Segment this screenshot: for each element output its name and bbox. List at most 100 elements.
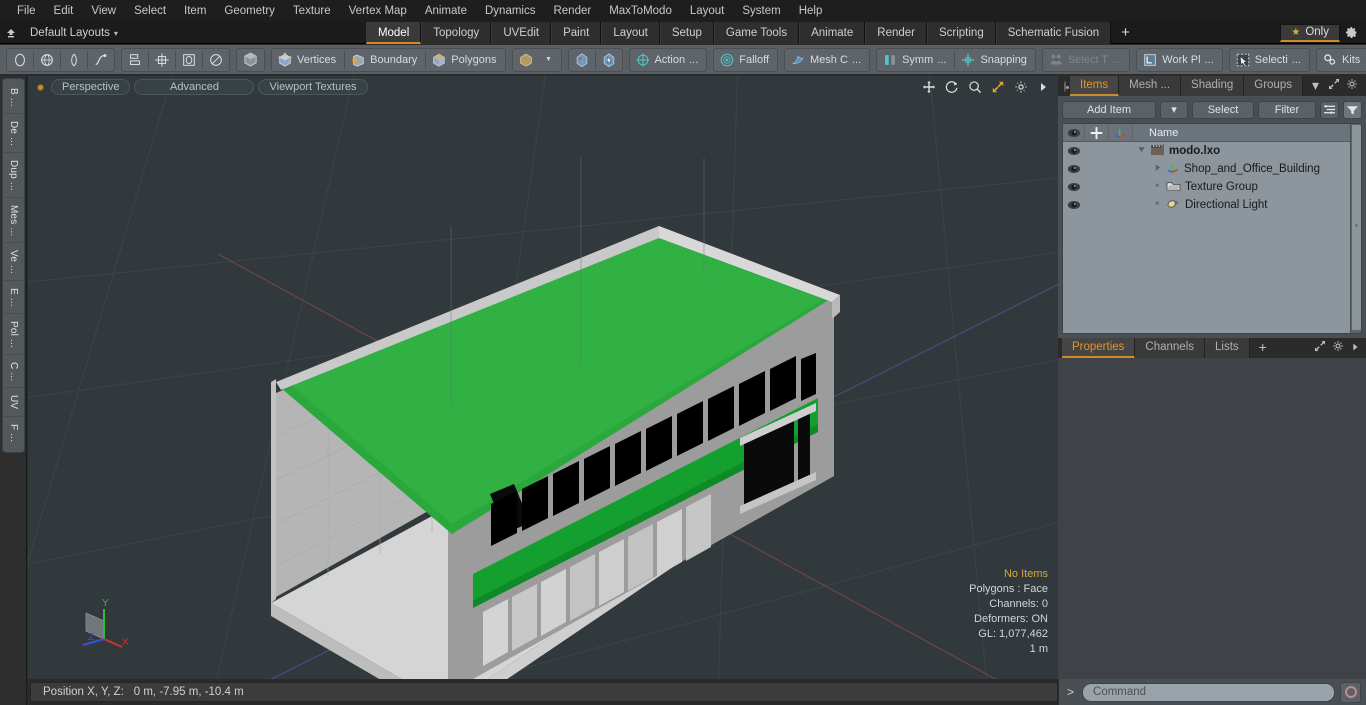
tab-animate[interactable]: Animate bbox=[799, 21, 866, 44]
zoom-icon[interactable] bbox=[968, 80, 982, 94]
pen-icon[interactable] bbox=[62, 49, 86, 71]
tab-groups[interactable]: Groups bbox=[1244, 76, 1303, 96]
left-tab-uv[interactable]: UV bbox=[4, 389, 23, 417]
tab-schematic-fusion[interactable]: Schematic Fusion bbox=[995, 21, 1112, 44]
center-pivot-icon[interactable] bbox=[570, 49, 594, 71]
kits-button[interactable]: Kits bbox=[1318, 49, 1366, 71]
action-center-button[interactable]: Action ... bbox=[631, 49, 706, 71]
filter-funnel-icon[interactable] bbox=[1343, 100, 1362, 119]
work-plane-button[interactable]: Work Pl ... bbox=[1138, 49, 1220, 71]
expand-triangle-icon[interactable] bbox=[1137, 145, 1146, 157]
select-button[interactable]: Select bbox=[1192, 100, 1254, 119]
table-row[interactable]: modo.lxo bbox=[1063, 142, 1350, 160]
menu-item-item[interactable]: Item bbox=[175, 0, 215, 22]
tab-shading[interactable]: Shading bbox=[1181, 76, 1245, 96]
tree-item-directional-light[interactable]: Directional Light bbox=[1133, 198, 1350, 213]
globe-icon[interactable] bbox=[35, 49, 59, 71]
tab-lists[interactable]: Lists bbox=[1205, 338, 1250, 358]
viewport-textures-button[interactable]: Viewport Textures bbox=[258, 79, 368, 95]
center-icon[interactable] bbox=[150, 49, 174, 71]
lock-icon[interactable] bbox=[1085, 124, 1109, 142]
row-visibility-icon[interactable] bbox=[1063, 146, 1085, 156]
gear-icon[interactable] bbox=[1014, 80, 1028, 94]
item-mode-icon[interactable] bbox=[238, 49, 263, 71]
snapping-button[interactable]: Snapping bbox=[956, 49, 1034, 71]
fit-icon[interactable] bbox=[991, 80, 1005, 94]
tree-item-scene[interactable]: modo.lxo bbox=[1133, 143, 1350, 159]
menu-item-help[interactable]: Help bbox=[790, 0, 832, 22]
gear-icon[interactable] bbox=[1332, 339, 1344, 357]
menu-item-layout[interactable]: Layout bbox=[681, 0, 734, 22]
row-visibility-icon[interactable] bbox=[1063, 182, 1085, 192]
tab-channels[interactable]: Channels bbox=[1135, 338, 1206, 358]
viewport-advanced-button[interactable]: Advanced bbox=[134, 79, 255, 95]
left-tab-deform[interactable]: De ... bbox=[4, 115, 23, 153]
boundary-mode-button[interactable]: Boundary bbox=[346, 49, 424, 71]
panel-menu-dot[interactable] bbox=[1064, 80, 1069, 92]
selection-set-button[interactable]: Selecti ... bbox=[1231, 49, 1308, 71]
vertices-mode-button[interactable]: Vertices bbox=[273, 49, 343, 71]
expand-triangle-icon[interactable] bbox=[1153, 163, 1162, 175]
maximize-icon[interactable] bbox=[1314, 339, 1326, 357]
curve-icon[interactable] bbox=[89, 49, 113, 71]
tab-uvedit[interactable]: UVEdit bbox=[491, 21, 552, 44]
axis-icon[interactable] bbox=[1109, 124, 1133, 142]
tab-scripting[interactable]: Scripting bbox=[926, 21, 996, 44]
tab-properties[interactable]: Properties bbox=[1062, 338, 1136, 358]
only-toggle-button[interactable]: ★ Only bbox=[1280, 23, 1340, 42]
add-item-button[interactable]: Add Item bbox=[1062, 100, 1156, 119]
table-row[interactable]: Texture Group bbox=[1063, 178, 1350, 196]
table-row[interactable]: Shop_and_Office_Building bbox=[1063, 160, 1350, 178]
visibility-icon[interactable] bbox=[1063, 124, 1085, 142]
tree-item-texture-group[interactable]: Texture Group bbox=[1133, 180, 1350, 195]
tab-layout[interactable]: Layout bbox=[601, 21, 660, 44]
menu-item-select[interactable]: Select bbox=[125, 0, 175, 22]
table-row[interactable]: Directional Light bbox=[1063, 196, 1350, 214]
tree-item-mesh[interactable]: Shop_and_Office_Building bbox=[1133, 162, 1350, 177]
circle-icon[interactable] bbox=[8, 49, 32, 71]
scrollbar-thumb[interactable] bbox=[1352, 125, 1361, 330]
chevron-down-icon[interactable]: ▼ bbox=[538, 49, 560, 71]
maximize-icon[interactable] bbox=[1328, 77, 1340, 95]
tab-render[interactable]: Render bbox=[865, 21, 927, 44]
left-tab-edge[interactable]: E ... bbox=[4, 282, 23, 314]
left-tab-mesh-edit[interactable]: Mes ... bbox=[4, 199, 23, 244]
menu-item-file[interactable]: File bbox=[8, 0, 45, 22]
rotate-icon[interactable] bbox=[945, 80, 959, 94]
tab-game-tools[interactable]: Game Tools bbox=[713, 21, 800, 44]
polygons-mode-button[interactable]: Polygons bbox=[427, 49, 503, 71]
items-tree[interactable]: Name modo.lxo Shop_and_Office_Building T… bbox=[1062, 123, 1362, 334]
viewport-perspective-button[interactable]: Perspective bbox=[51, 79, 131, 95]
left-tab-vertex[interactable]: Ve ... bbox=[4, 244, 23, 282]
left-tab-duplicate[interactable]: Dup ... bbox=[4, 154, 23, 198]
menu-item-render[interactable]: Render bbox=[544, 0, 600, 22]
menu-item-dynamics[interactable]: Dynamics bbox=[476, 0, 544, 22]
arrow-right-icon[interactable] bbox=[1037, 81, 1049, 93]
gear-icon[interactable] bbox=[1340, 22, 1362, 44]
default-layouts-selector[interactable]: Default Layouts ▾ bbox=[22, 27, 124, 39]
menu-item-animate[interactable]: Animate bbox=[416, 0, 476, 22]
move-icon[interactable] bbox=[922, 80, 936, 94]
tab-setup[interactable]: Setup bbox=[659, 21, 714, 44]
add-tab-button[interactable]: + bbox=[1111, 22, 1140, 44]
left-tab-polygon[interactable]: Pol ... bbox=[4, 315, 23, 355]
menu-item-edit[interactable]: Edit bbox=[45, 0, 83, 22]
tab-model[interactable]: Model bbox=[365, 21, 422, 44]
arrow-right-icon[interactable] bbox=[1350, 339, 1360, 357]
ellipse-icon[interactable] bbox=[204, 49, 228, 71]
menu-item-system[interactable]: System bbox=[733, 0, 789, 22]
menu-item-geometry[interactable]: Geometry bbox=[215, 0, 284, 22]
left-tab-fusion[interactable]: F ... bbox=[4, 418, 23, 448]
row-visibility-icon[interactable] bbox=[1063, 200, 1085, 210]
properties-add-tab[interactable]: + bbox=[1250, 338, 1276, 358]
frame-icon[interactable] bbox=[177, 49, 201, 71]
command-history-icon[interactable] bbox=[1340, 681, 1361, 703]
symmetry-button[interactable]: Symm ... bbox=[878, 49, 953, 71]
items-tree-scrollbar[interactable] bbox=[1350, 124, 1361, 333]
falloff-button[interactable]: Falloff bbox=[715, 49, 776, 71]
list-options-icon[interactable] bbox=[1320, 100, 1339, 119]
viewport-menu-dot[interactable] bbox=[37, 83, 44, 91]
panel-tab-dropdown[interactable]: ▾ bbox=[1303, 76, 1328, 96]
add-item-dropdown[interactable]: ▾ bbox=[1160, 100, 1188, 119]
menu-item-texture[interactable]: Texture bbox=[284, 0, 340, 22]
